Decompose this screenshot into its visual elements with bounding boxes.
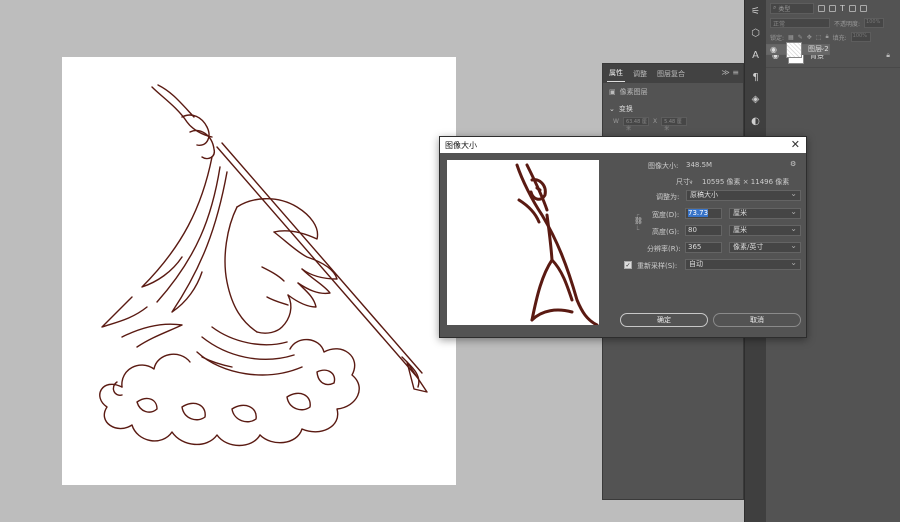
gear-icon[interactable]: ⚙: [790, 160, 796, 168]
layer-thumbnail: [786, 41, 802, 58]
resample-checkbox[interactable]: ✓: [624, 261, 632, 269]
layer-type-label: 像素图层: [619, 88, 648, 96]
width-value: 73.73: [688, 209, 709, 217]
layers-icon[interactable]: ◈: [745, 88, 766, 110]
paragraph-icon[interactable]: ¶: [745, 66, 766, 88]
pixel-layer-icon: ▣: [609, 88, 616, 96]
lock-label: 锁定:: [770, 34, 785, 42]
lock-all-icon[interactable]: 🔒︎: [825, 33, 828, 41]
lock-paint-icon[interactable]: ✎: [798, 34, 803, 41]
image-size-value: 348.5M: [686, 161, 713, 169]
link-icon[interactable]: ⛓: [634, 217, 643, 225]
transform-section[interactable]: ⌄ 变换: [603, 101, 743, 117]
resample-dropdown[interactable]: 自动: [685, 258, 801, 270]
image-preview[interactable]: [447, 160, 599, 327]
document-canvas[interactable]: [62, 57, 456, 485]
shape-filter-icon[interactable]: [848, 4, 856, 12]
opacity-input[interactable]: 100%: [864, 18, 885, 28]
image-size-dialog: 图像大小 ✕ 图像大小: 348.5M ⚙ 尺寸: ⌄ 10595 像素 × 1…: [439, 136, 807, 338]
height-label: 高度(G):: [652, 228, 680, 236]
kind-filter-dropdown[interactable]: ⌕ 类型: [770, 2, 814, 14]
blend-row: 正常 不透明度: 100%: [766, 16, 900, 30]
tab-adjustments[interactable]: 调整: [631, 66, 649, 82]
artwork-illustration: [99, 84, 428, 447]
width-unit-dropdown[interactable]: 厘米: [729, 207, 801, 219]
fill-input[interactable]: 100%: [850, 32, 871, 42]
x-label: X: [652, 118, 658, 125]
link-bracket-bottom: └: [635, 226, 640, 234]
resolution-input[interactable]: 365: [685, 242, 722, 253]
tab-properties[interactable]: 属性: [607, 65, 625, 82]
search-icon: ⌕: [773, 4, 777, 11]
resolution-label: 分辨率(R):: [647, 245, 681, 253]
dialog-title: 图像大小: [445, 140, 477, 150]
lock-position-icon[interactable]: ✥: [807, 34, 812, 41]
pixel-filter-icon[interactable]: [818, 4, 825, 12]
close-icon[interactable]: ✕: [791, 138, 800, 151]
image-size-label: 图像大小:: [648, 162, 679, 170]
adjustment-filter-icon[interactable]: [829, 4, 836, 12]
adjustments-icon[interactable]: ◐: [745, 110, 766, 132]
fill-label: 填充:: [832, 34, 847, 42]
fit-to-dropdown[interactable]: 原稿大小: [686, 189, 801, 201]
resolution-unit-dropdown[interactable]: 像素/英寸: [729, 241, 801, 253]
height-unit-dropdown[interactable]: 厘米: [729, 224, 801, 236]
transform-section-label: 变换: [618, 105, 633, 113]
preview-artwork: [515, 163, 599, 327]
width-input[interactable]: 73.73: [685, 208, 722, 219]
chevron-down-icon: ⌄: [609, 105, 615, 113]
resample-label: 重新采样(S):: [637, 262, 678, 270]
blend-mode-dropdown[interactable]: 正常: [770, 18, 830, 28]
panel-menu-icon[interactable]: ≫ ≡: [721, 68, 739, 77]
dialog-title-bar[interactable]: 图像大小 ✕: [440, 137, 806, 153]
type-filter-icon[interactable]: T: [840, 4, 845, 13]
dimensions-value: 10595 像素 × 11496 像素: [702, 178, 790, 186]
kind-filter-label: 类型: [778, 5, 791, 13]
layer-row-layer2[interactable]: ◉ 图层 2: [766, 41, 830, 58]
lock-pixels-icon[interactable]: ▦: [788, 34, 794, 41]
smart-object-filter-icon[interactable]: [859, 4, 867, 12]
ok-button[interactable]: 确定: [620, 313, 708, 327]
tab-layer-comps[interactable]: 图层复合: [655, 66, 687, 82]
properties-tabs: 属性 调整 图层复合 ≫ ≡: [603, 64, 743, 83]
layer-filter-row: ⌕ 类型 T: [766, 0, 900, 16]
transform-fields: W 63.48 厘米 X 5.48 厘米: [603, 117, 743, 132]
width-label: 宽度(D):: [652, 211, 680, 219]
chevron-down-icon[interactable]: ⌄: [688, 177, 694, 185]
lock-artboard-icon[interactable]: ⬚: [816, 34, 822, 41]
layer-type-row: ▣ 像素图层: [603, 83, 743, 101]
eye-icon[interactable]: ◉: [770, 45, 780, 54]
opacity-label: 不透明度:: [834, 20, 861, 28]
lock-icon: 🔒︎: [886, 51, 890, 59]
3d-cube-icon[interactable]: ⬡: [745, 22, 766, 44]
glyphs-icon[interactable]: A: [745, 44, 766, 66]
layer-name: 图层 2: [808, 45, 829, 53]
x-input[interactable]: 5.48 厘米: [661, 117, 688, 132]
w-input[interactable]: 63.48 厘米: [622, 117, 649, 132]
w-label: W: [613, 118, 619, 125]
fit-to-label: 调整为:: [656, 193, 680, 201]
properties-toggle-icon[interactable]: ⚟: [745, 0, 766, 22]
cancel-button[interactable]: 取消: [713, 313, 801, 327]
height-input[interactable]: 80: [685, 225, 722, 236]
